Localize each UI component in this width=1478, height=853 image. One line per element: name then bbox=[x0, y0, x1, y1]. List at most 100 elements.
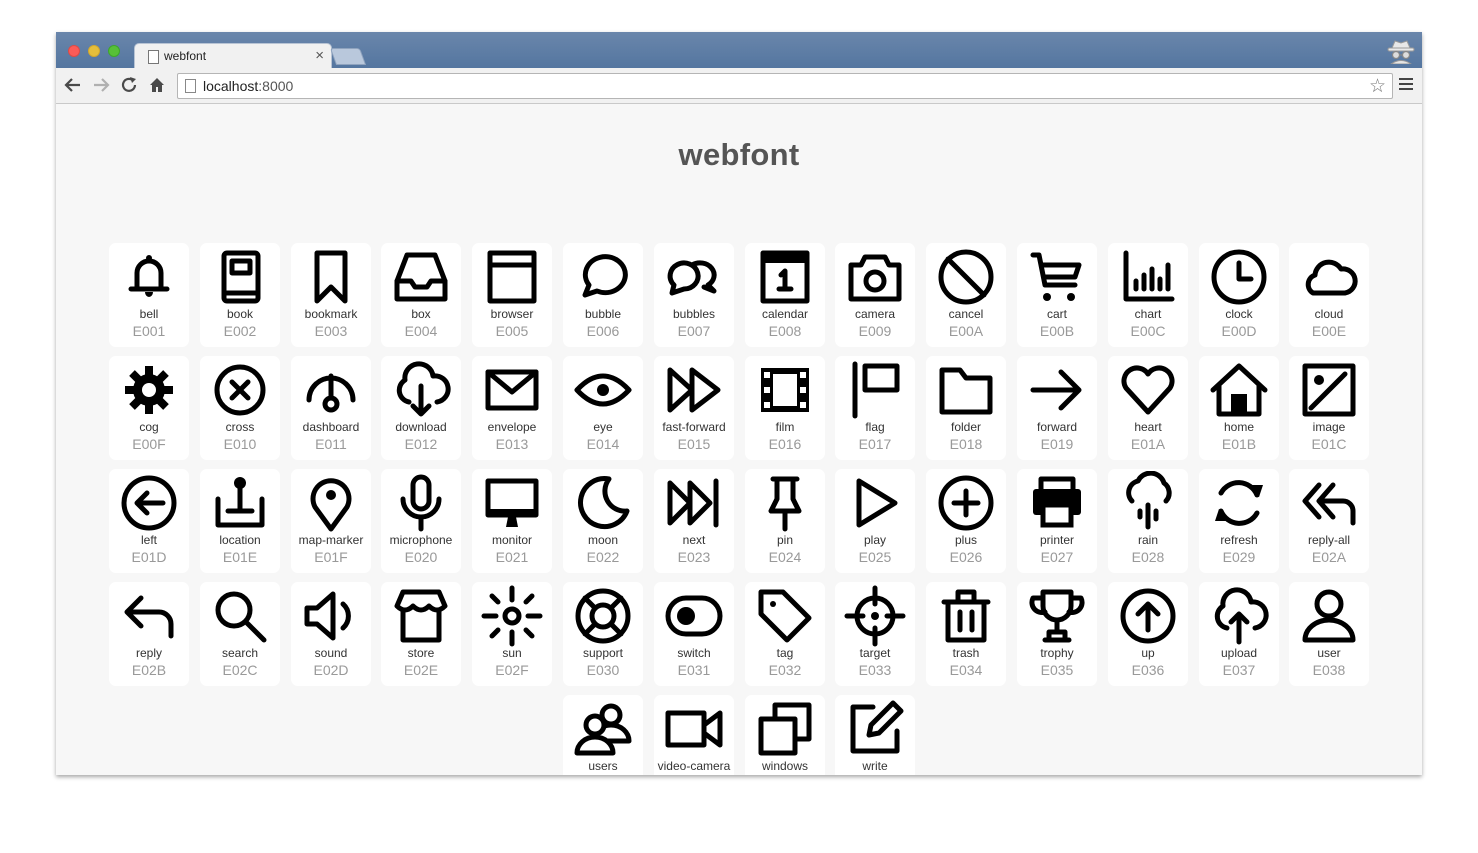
sound-icon bbox=[304, 591, 351, 641]
icon-card: clock E00D bbox=[1199, 243, 1279, 347]
minimize-window-button[interactable] bbox=[88, 45, 100, 57]
icon-code: E019 bbox=[1040, 436, 1074, 452]
icon-card: monitor E021 bbox=[472, 469, 552, 573]
write-icon bbox=[850, 700, 904, 754]
icon-code: E008 bbox=[768, 323, 802, 339]
icon-name: forward bbox=[1036, 420, 1077, 434]
icon-code: E01E bbox=[222, 549, 258, 565]
icon-code: E00F bbox=[132, 436, 166, 452]
bookmark-star-icon[interactable]: ☆ bbox=[1369, 75, 1386, 98]
browser-tab[interactable]: webfont × bbox=[134, 43, 332, 69]
icon-code: E031 bbox=[677, 662, 711, 678]
close-window-button[interactable] bbox=[68, 45, 80, 57]
incognito-icon[interactable] bbox=[1386, 38, 1416, 64]
icon-name: cloud bbox=[1314, 307, 1344, 321]
icon-code: E023 bbox=[677, 549, 711, 565]
icon-code: E037 bbox=[1222, 662, 1256, 678]
icon-card: target E033 bbox=[835, 582, 915, 686]
icon-card: writeE03C bbox=[835, 695, 915, 775]
icon-code: E022 bbox=[586, 549, 620, 565]
icon-name: write bbox=[862, 759, 888, 773]
switch-icon bbox=[665, 595, 723, 637]
icon-card: calendar E008 bbox=[745, 243, 825, 347]
icon-name: box bbox=[411, 307, 431, 321]
back-button[interactable] bbox=[62, 74, 84, 96]
icon-name: users bbox=[588, 759, 618, 773]
tag-icon bbox=[758, 589, 812, 643]
icon-name: cross bbox=[225, 420, 255, 434]
icon-name: cancel bbox=[948, 307, 984, 321]
browser-icon bbox=[487, 250, 537, 304]
icon-code: E009 bbox=[858, 323, 892, 339]
url-port: :8000 bbox=[258, 78, 294, 94]
icon-code: E01A bbox=[1130, 436, 1166, 452]
icon-name: refresh bbox=[1220, 533, 1258, 547]
icon-name: user bbox=[1317, 646, 1341, 660]
icon-card: home E01B bbox=[1199, 356, 1279, 460]
url-text[interactable]: localhost:8000 bbox=[203, 78, 293, 94]
map-marker-icon bbox=[310, 478, 352, 532]
reload-button[interactable] bbox=[118, 74, 140, 96]
icon-name: image bbox=[1312, 420, 1346, 434]
icon-card: reply E02B bbox=[109, 582, 189, 686]
icon-code: E02D bbox=[313, 662, 349, 678]
cart-icon bbox=[1030, 252, 1082, 301]
icon-card: usersE039 bbox=[563, 695, 643, 775]
icon-code: E01D bbox=[131, 549, 167, 565]
icon-card: cross E010 bbox=[200, 356, 280, 460]
address-bar[interactable]: localhost:8000 ☆ bbox=[177, 73, 1393, 99]
icon-code: E036 bbox=[1131, 662, 1165, 678]
printer-icon bbox=[1033, 476, 1081, 528]
store-icon bbox=[394, 589, 448, 643]
icon-code: E035 bbox=[1040, 662, 1074, 678]
icon-code: E012 bbox=[404, 436, 438, 452]
reload-icon bbox=[121, 77, 137, 92]
icon-card: play E025 bbox=[835, 469, 915, 573]
icon-code: E038 bbox=[1312, 662, 1346, 678]
page-content: webfont bell E001 book E002 bookmark E003 box E… bbox=[56, 104, 1422, 775]
icon-name: camera bbox=[854, 307, 895, 321]
icon-name: dashboard bbox=[302, 420, 360, 434]
icon-card: windowsE03B bbox=[745, 695, 825, 775]
icon-name: bubble bbox=[584, 307, 622, 321]
icon-name: bookmark bbox=[304, 307, 358, 321]
users-icon bbox=[574, 703, 632, 756]
new-tab-button[interactable] bbox=[329, 48, 367, 65]
envelope-icon bbox=[485, 369, 539, 411]
icon-card: download E012 bbox=[381, 356, 461, 460]
eye-icon bbox=[574, 373, 632, 407]
icon-card: store E02E bbox=[381, 582, 461, 686]
reply-icon bbox=[124, 595, 174, 639]
dashboard-icon bbox=[306, 373, 356, 413]
calendar-icon bbox=[760, 250, 810, 304]
menu-icon[interactable] bbox=[1399, 78, 1413, 93]
forward-icon bbox=[1030, 369, 1082, 411]
icon-card: cancel E00A bbox=[926, 243, 1006, 347]
browser-window: webfont × localhost:8000 ☆ webfont bell … bbox=[56, 32, 1422, 775]
icon-card: chart E00C bbox=[1108, 243, 1188, 347]
icon-code: E00C bbox=[1130, 323, 1166, 339]
icon-card: rain E028 bbox=[1108, 469, 1188, 573]
icon-code: E01F bbox=[314, 549, 348, 565]
icon-name: calendar bbox=[761, 307, 809, 321]
zoom-window-button[interactable] bbox=[108, 45, 120, 57]
icon-card: sound E02D bbox=[291, 582, 371, 686]
icon-name: sun bbox=[502, 646, 522, 660]
icon-card: image E01C bbox=[1289, 356, 1369, 460]
icon-card: cart E00B bbox=[1017, 243, 1097, 347]
play-icon bbox=[856, 478, 898, 528]
icon-code: E032 bbox=[768, 662, 802, 678]
icon-name: target bbox=[859, 646, 891, 660]
icon-card: next E023 bbox=[654, 469, 734, 573]
tab-close-icon[interactable]: × bbox=[315, 47, 324, 64]
icon-name: rain bbox=[1137, 533, 1158, 547]
icon-card: video-cameraE03A bbox=[654, 695, 734, 775]
icon-code: E020 bbox=[404, 549, 438, 565]
icon-code: E002 bbox=[223, 323, 257, 339]
icon-code: E006 bbox=[586, 323, 620, 339]
icon-card: moon E022 bbox=[563, 469, 643, 573]
url-host: localhost bbox=[203, 78, 259, 94]
icon-card: printer E027 bbox=[1017, 469, 1097, 573]
forward-button[interactable] bbox=[90, 74, 112, 96]
home-button[interactable] bbox=[146, 74, 168, 96]
